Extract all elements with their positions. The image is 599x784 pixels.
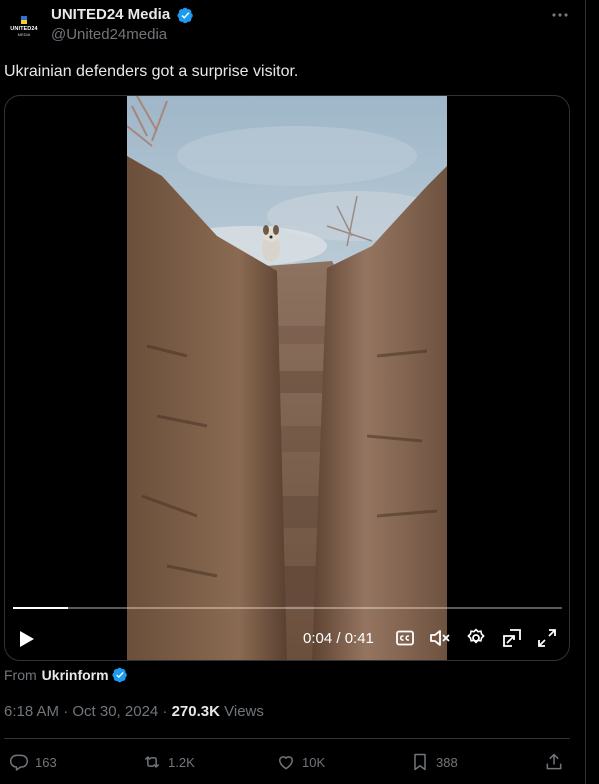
bookmark-count: 388	[436, 754, 458, 770]
like-button[interactable]: 10K	[276, 751, 325, 773]
video-player[interactable]: 0:04 / 0:41	[4, 95, 570, 661]
like-count: 10K	[302, 754, 326, 770]
avatar-subtext: MEDIA	[17, 31, 31, 37]
share-icon	[546, 753, 562, 770]
dog-figure	[262, 225, 280, 262]
volume-muted-icon	[430, 630, 450, 646]
timestamp[interactable]: 6:18 AM · Oct 30, 2024 ·	[4, 703, 172, 720]
from-prefix: From	[4, 667, 37, 683]
author-handle[interactable]: @United24media	[51, 25, 167, 45]
bookmark-button[interactable]: 388	[410, 751, 458, 773]
video-progress-fill	[13, 607, 68, 609]
tweet-text: Ukrainian defenders got a surprise visit…	[4, 63, 299, 80]
divider	[4, 738, 570, 739]
views-label: Views	[219, 703, 264, 720]
tweet-meta: 6:18 AM · Oct 30, 2024 · 270.3K Views	[4, 703, 264, 721]
play-button[interactable]	[16, 628, 38, 650]
repost-count: 1.2K	[168, 754, 195, 770]
author-avatar[interactable]: UNITED24 MEDIA	[4, 6, 44, 46]
play-icon	[20, 631, 34, 647]
verified-badge-icon	[177, 7, 193, 24]
bookmark-icon	[414, 753, 426, 771]
media-source: From Ukrinform	[4, 666, 128, 684]
repost-button[interactable]: 1.2K	[142, 751, 195, 773]
repost-icon	[144, 756, 160, 768]
video-progress-bar[interactable]	[13, 607, 562, 609]
reply-button[interactable]: 163	[9, 751, 57, 773]
source-link[interactable]: Ukrinform	[42, 666, 109, 684]
verified-badge-icon	[112, 667, 127, 683]
video-time: 0:04 / 0:41	[303, 630, 374, 647]
picture-in-picture-icon	[503, 629, 521, 647]
like-icon	[279, 756, 293, 770]
flag-icon	[21, 15, 27, 24]
more-icon	[552, 13, 568, 17]
more-options-button[interactable]	[548, 4, 572, 26]
reply-icon	[9, 754, 29, 771]
closed-captions-button[interactable]	[395, 628, 415, 648]
fullscreen-button[interactable]	[536, 627, 558, 649]
author-name[interactable]: UNITED24 Media	[51, 5, 170, 25]
share-button[interactable]	[544, 751, 564, 773]
mute-button[interactable]	[429, 627, 451, 649]
settings-icon	[467, 628, 485, 644]
video-frame[interactable]	[127, 96, 447, 661]
views-count: 270.3K	[171, 703, 220, 720]
reply-count: 163	[35, 754, 57, 770]
column-border	[585, 0, 586, 784]
picture-in-picture-button[interactable]	[501, 627, 523, 649]
settings-button[interactable]	[465, 627, 487, 649]
closed-captions-icon	[396, 630, 414, 646]
fullscreen-icon	[538, 629, 556, 647]
